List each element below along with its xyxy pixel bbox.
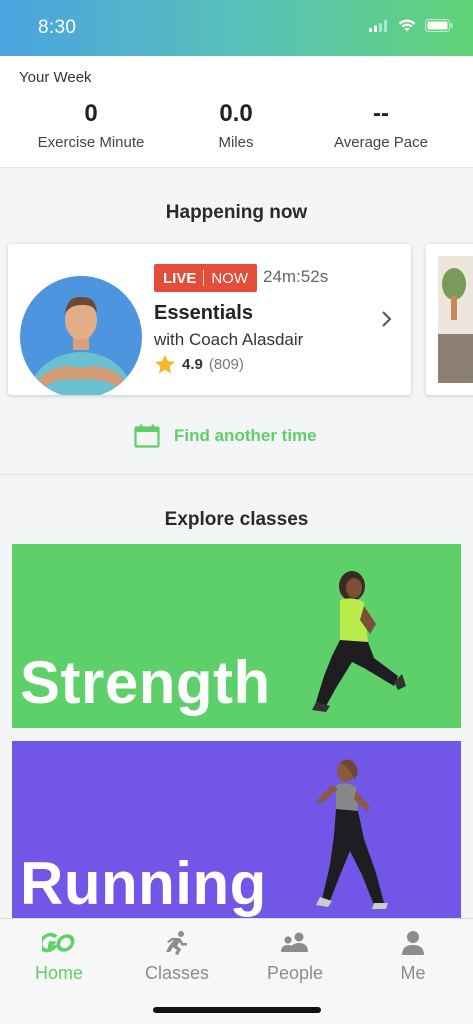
signal-icon [369, 19, 387, 32]
people-icon [281, 932, 308, 952]
class-thumbnail [426, 244, 473, 395]
stat-exercise-minutes: 0 Exercise Minute [16, 100, 166, 151]
stat-label: Miles [218, 134, 254, 151]
strength-athlete-image [312, 571, 406, 712]
tab-label: Classes [144, 963, 210, 983]
tab-label: Me [400, 963, 426, 983]
status-icons [369, 19, 453, 32]
coach-photo [27, 296, 135, 395]
your-week-panel: Your Week 0 Exercise Minute 0.0 Miles --… [0, 56, 473, 168]
coach-avatar [20, 276, 142, 395]
now-label: NOW [211, 269, 249, 287]
running-athlete-image [316, 759, 388, 909]
tab-label: People [266, 963, 324, 983]
star-icon [155, 354, 175, 374]
stat-value: -- [373, 100, 389, 127]
happening-now-title: Happening now [165, 202, 308, 223]
explore-classes-title: Explore classes [164, 509, 309, 530]
next-class-card-peek[interactable] [426, 244, 473, 395]
stat-average-pace: -- Average Pace [306, 100, 456, 151]
wifi-icon [398, 19, 416, 32]
your-week-title: Your Week [19, 69, 92, 86]
status-time: 8:30 [38, 17, 77, 38]
tab-classes[interactable]: Classes [118, 929, 236, 984]
live-label: LIVE [163, 269, 197, 287]
strength-label: Strength [20, 649, 271, 716]
home-indicator[interactable] [153, 1007, 321, 1013]
tab-me[interactable]: Me [354, 929, 472, 984]
status-bar: 8:30 [0, 0, 473, 56]
go-logo-icon [42, 932, 75, 953]
class-rating: 4.9 (809) [154, 354, 244, 375]
class-name: Essentials [154, 302, 253, 324]
find-another-time-button[interactable]: Find another time [134, 424, 317, 448]
battery-icon [425, 19, 453, 32]
rating-count: (809) [208, 356, 244, 373]
strength-class-tile[interactable]: Strength [12, 544, 461, 728]
section-divider [0, 474, 473, 475]
running-class-tile[interactable]: Running [12, 741, 461, 921]
calendar-icon [134, 424, 160, 448]
tab-people[interactable]: People [236, 929, 354, 984]
stat-value: 0 [84, 100, 98, 127]
stat-value: 0.0 [219, 100, 253, 127]
tab-home[interactable]: Home [0, 929, 118, 984]
stat-miles: 0.0 Miles [161, 100, 311, 151]
live-timer: 24m:52s [263, 267, 329, 286]
person-icon [402, 931, 424, 955]
live-now-badge: LIVE NOW [154, 264, 258, 292]
live-class-card[interactable]: LIVE NOW 24m:52s Essentials with Coach A… [8, 244, 411, 395]
runner-icon [166, 931, 187, 955]
coach-name: with Coach Alasdair [154, 330, 304, 349]
rating-value: 4.9 [182, 356, 203, 373]
tab-label: Home [34, 963, 83, 983]
chevron-right-icon [382, 311, 392, 327]
find-another-time-label: Find another time [174, 426, 317, 445]
stat-label: Average Pace [334, 134, 428, 151]
badge-separator [203, 270, 205, 286]
running-label: Running [20, 850, 267, 917]
stat-label: Exercise Minute [37, 134, 145, 151]
